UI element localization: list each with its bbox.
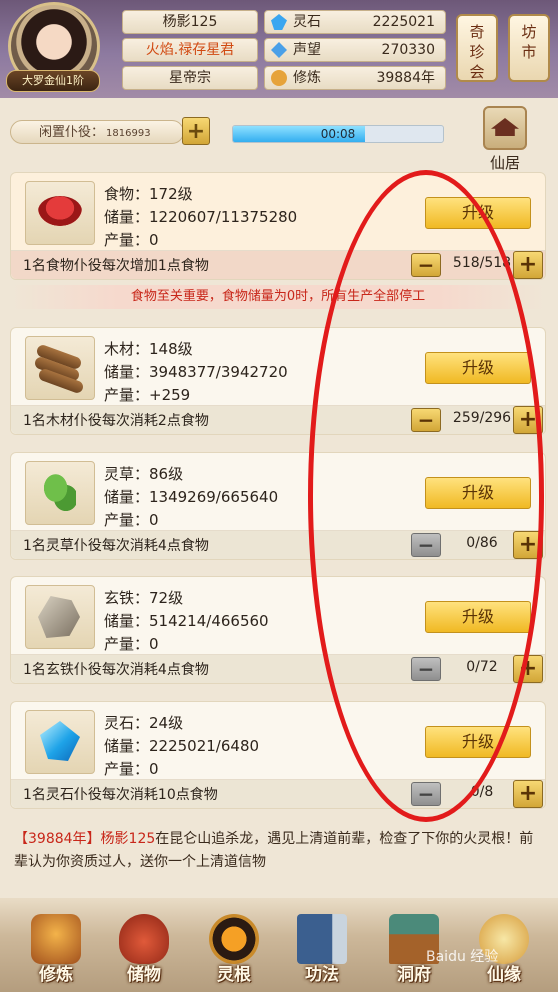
food-icon-box: [25, 181, 95, 245]
add-servant-button[interactable]: +: [182, 117, 210, 145]
item-output: 产量：0: [104, 760, 159, 778]
storage-bag-icon: [119, 914, 169, 964]
iron-icon: [38, 596, 80, 638]
event-log: 【39884年】杨影125在昆仑山追杀龙，遇见上清道前辈，检查了下你的火灵根！前…: [14, 828, 544, 874]
idle-servants-label: 闲置仆役: [39, 125, 92, 140]
pavilion-icon: [483, 106, 527, 150]
spirit-stone-icon: [271, 14, 287, 30]
resource-value: 2225021: [372, 14, 435, 30]
treasure-auction-button[interactable]: 奇珍会: [456, 14, 498, 82]
player-name: 杨影125: [122, 10, 258, 34]
cultivation-nav-icon: [31, 914, 81, 964]
item-level: 木材：148级: [104, 340, 193, 358]
nav-label: 灵根: [217, 965, 251, 985]
plus-servant-button[interactable]: +: [513, 251, 543, 279]
cultivation-icon: [271, 70, 287, 86]
player-sect[interactable]: 星帝宗: [122, 66, 258, 90]
item-level: 玄铁：72级: [104, 589, 184, 607]
nav-label: 功法: [305, 965, 339, 985]
spirit-stone-display: 灵石 2225021: [264, 10, 446, 34]
player-title[interactable]: 火焰.禄存星君: [122, 38, 258, 62]
item-storage: 储量：3948377/3942720: [104, 363, 288, 381]
gem-icon: [40, 721, 80, 761]
iron-icon-box: [25, 585, 95, 649]
servant-desc: 1名灵石仆役每次消耗10点食物: [23, 787, 218, 803]
servant-desc: 1名木材仆役每次消耗2点食物: [23, 413, 209, 429]
log-player-name: 杨影125: [100, 831, 156, 847]
idle-servants-bar: 闲置仆役： 1816993: [10, 120, 184, 144]
red-annotation-ellipse: [308, 170, 544, 822]
resource-label: 修炼: [293, 70, 321, 86]
servant-desc: 1名食物仆役每次增加1点食物: [23, 258, 209, 274]
item-storage: 储量：514214/466560: [104, 612, 269, 630]
meat-icon: [38, 196, 82, 226]
idle-servants-count: 1816993: [106, 128, 151, 139]
wood-icon-box: [25, 336, 95, 400]
herb-icon-box: [25, 461, 95, 525]
plus-servant-button[interactable]: +: [513, 780, 543, 808]
resource-value: 270330: [381, 42, 435, 58]
log-year: 【39884年】: [14, 831, 101, 847]
watermark: Baidu 经验: [426, 949, 499, 965]
reputation-display: 声望 270330: [264, 38, 446, 62]
nav-label: 修炼: [39, 965, 73, 985]
gem-icon-box: [25, 710, 95, 774]
market-label: 坊市: [521, 23, 537, 61]
servant-desc: 1名玄铁仆役每次消耗4点食物: [23, 662, 209, 678]
resource-label: 声望: [293, 42, 321, 58]
reputation-icon: [271, 42, 287, 58]
nav-skills[interactable]: 功法: [284, 914, 360, 990]
item-level: 灵石：24级: [104, 714, 184, 732]
rank-badge: 大罗金仙1阶: [6, 70, 100, 92]
item-output: 产量：0: [104, 231, 159, 249]
wood-icon: [33, 343, 86, 395]
market-button[interactable]: 坊市: [508, 14, 550, 82]
item-level: 食物：172级: [104, 185, 193, 203]
item-output: 产量：+259: [104, 386, 191, 404]
nav-label: 储物: [127, 965, 161, 985]
cultivation-display: 修炼 39884年: [264, 66, 446, 90]
item-level: 灵草：86级: [104, 465, 184, 483]
servant-timer-bar: 00:08: [232, 125, 444, 143]
item-storage: 储量：1220607/11375280: [104, 208, 298, 226]
spirit-root-icon: [209, 914, 259, 964]
xianju-label: 仙居: [489, 154, 520, 172]
item-output: 产量：0: [104, 635, 159, 653]
servant-timer-text: 00:08: [320, 127, 356, 141]
resource-value: 39884年: [376, 70, 435, 86]
item-storage: 储量：2225021/6480: [104, 737, 260, 755]
item-output: 产量：0: [104, 511, 159, 529]
servant-desc: 1名灵草仆役每次消耗4点食物: [23, 538, 209, 554]
skill-book-icon: [297, 914, 347, 964]
item-storage: 储量：1349269/665640: [104, 488, 279, 506]
xianju-button[interactable]: 仙居: [470, 106, 540, 172]
treasure-auction-label: 奇珍会: [469, 23, 485, 81]
nav-spirit-root[interactable]: 灵根: [196, 914, 272, 990]
herb-icon: [42, 472, 76, 512]
nav-cultivation[interactable]: 修炼: [18, 914, 94, 990]
resource-label: 灵石: [293, 14, 321, 30]
nav-storage[interactable]: 储物: [106, 914, 182, 990]
